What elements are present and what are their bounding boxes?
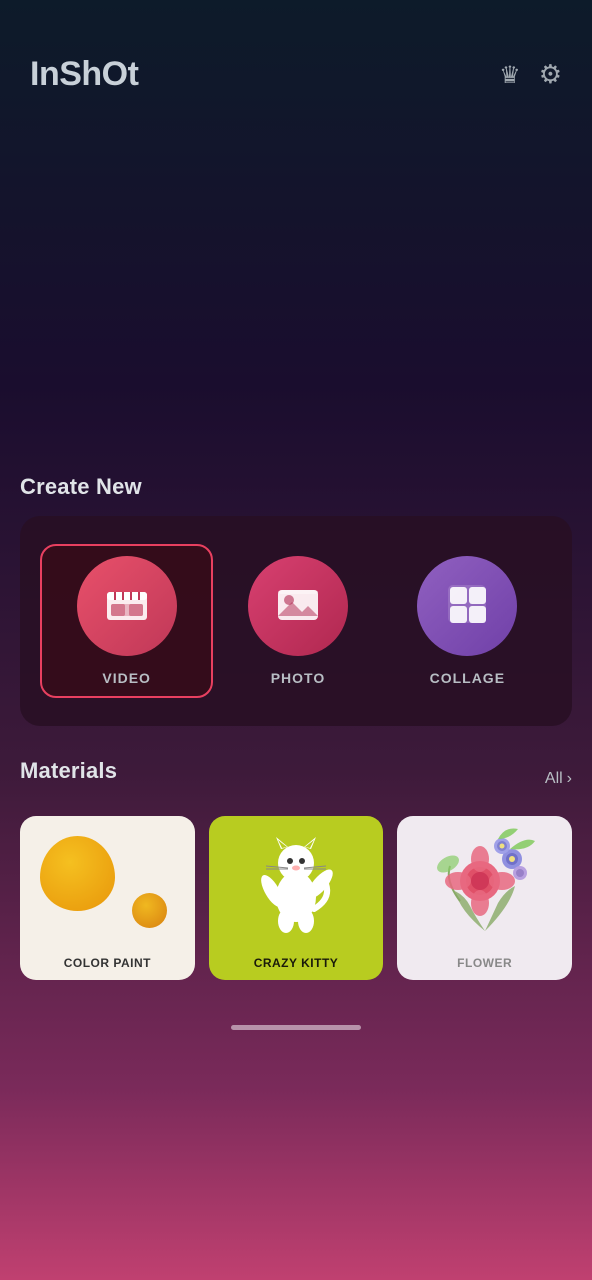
all-materials-link[interactable]: All › (545, 770, 572, 788)
create-new-card: VIDEO PHOTO (20, 516, 572, 726)
app-logo: InShOt (30, 55, 138, 94)
materials-grid: COLOR PAINT (20, 816, 572, 980)
photo-label: PHOTO (271, 670, 326, 686)
header-icons (499, 59, 562, 90)
flower-label: FLOWER (449, 946, 520, 980)
materials-header: Materials All › (20, 758, 572, 800)
main-content: Create New (0, 474, 592, 980)
flower-icon (430, 821, 540, 941)
create-new-title: Create New (20, 474, 572, 500)
video-label: VIDEO (102, 670, 151, 686)
photo-circle (248, 556, 348, 656)
collage-circle (417, 556, 517, 656)
video-icon (101, 578, 153, 635)
bottom-bar (0, 1010, 592, 1045)
paint-blob-large (40, 836, 115, 911)
crazy-kitty-label: CRAZY KITTY (246, 946, 347, 980)
material-card-flower[interactable]: FLOWER (397, 816, 572, 980)
create-item-collage[interactable]: COLLAGE (383, 546, 552, 696)
create-new-items: VIDEO PHOTO (40, 544, 552, 698)
materials-title: Materials (20, 758, 117, 784)
flower-image (397, 816, 572, 946)
color-paint-label: COLOR PAINT (56, 946, 159, 980)
cat-icon (256, 829, 336, 934)
video-circle (77, 556, 177, 656)
photo-icon (272, 578, 324, 635)
material-card-crazy-kitty[interactable]: CRAZY KITTY (209, 816, 384, 980)
create-item-video[interactable]: VIDEO (40, 544, 213, 698)
crown-icon[interactable] (499, 59, 521, 90)
collage-icon (441, 578, 493, 635)
color-paint-image (20, 816, 195, 946)
material-card-color-paint[interactable]: COLOR PAINT (20, 816, 195, 980)
paint-blob-small (132, 893, 167, 928)
home-indicator (231, 1025, 361, 1030)
settings-icon[interactable] (539, 59, 562, 90)
collage-label: COLLAGE (430, 670, 505, 686)
create-item-photo[interactable]: PHOTO (213, 546, 382, 696)
crazy-kitty-image (209, 816, 384, 946)
header: InShOt (0, 0, 592, 114)
